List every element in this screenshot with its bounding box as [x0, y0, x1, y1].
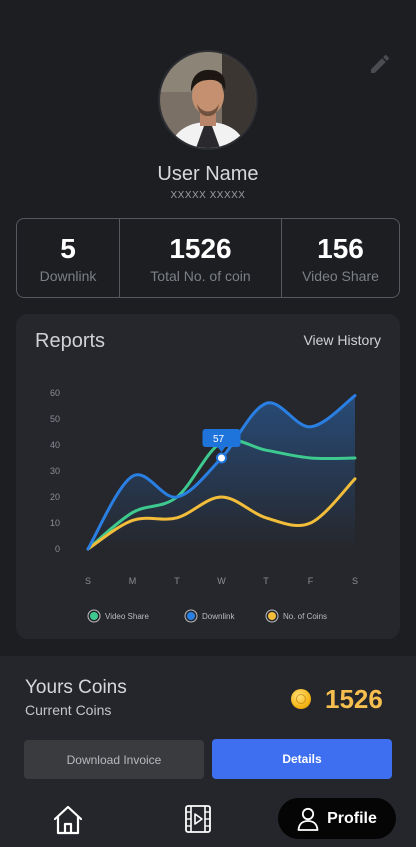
y-tick-label: 60 [50, 388, 60, 398]
stat-label: Total No. of coin [150, 267, 251, 284]
x-tick-label: S [85, 576, 91, 586]
x-tick-label: W [217, 576, 226, 586]
home-icon [53, 805, 83, 835]
y-tick-label: 40 [50, 440, 60, 450]
downlink-area [88, 395, 355, 549]
x-tick-label: M [129, 576, 137, 586]
legend-label: Downlink [202, 612, 235, 621]
stat-total-coin[interactable]: 1526 Total No. of coin [119, 219, 281, 297]
tooltip-point [216, 452, 227, 464]
x-tick-label: S [352, 576, 358, 586]
stat-value: 5 [60, 232, 76, 264]
y-tick-label: 0 [55, 544, 60, 554]
legend-label: No. of Coins [283, 612, 327, 621]
x-tick-label: T [263, 576, 269, 586]
coins-section: Yours Coins Current Coins 1526 Download … [0, 656, 416, 847]
film-icon [185, 805, 211, 833]
legend-label: Video Share [105, 612, 149, 621]
avatar-image [160, 52, 256, 148]
legend-marker [187, 612, 195, 620]
stat-label: Video Share [302, 267, 379, 284]
stat-video-share[interactable]: 156 Video Share [281, 219, 399, 297]
y-tick-label: 30 [50, 466, 60, 476]
tooltip-label: 57 [213, 434, 225, 445]
details-button[interactable]: Details [212, 739, 392, 779]
legend-marker [90, 612, 98, 620]
x-tick-label: F [308, 576, 314, 586]
stat-value: 1526 [169, 232, 232, 264]
reports-card: Reports View History 0 10 20 30 40 50 60 S M T W T F… [16, 314, 400, 639]
reports-chart: 0 10 20 30 40 50 60 S M T W T F S 57 Video Share Downlin… [50, 388, 358, 623]
coin-icon [291, 689, 311, 709]
x-tick-label: T [174, 576, 180, 586]
y-tick-label: 10 [50, 518, 60, 528]
avatar[interactable] [158, 50, 258, 150]
nav-home[interactable] [52, 804, 84, 836]
download-invoice-button[interactable]: Download Invoice [24, 740, 204, 779]
y-tick-label: 50 [50, 414, 60, 424]
coins-subtitle: Current Coins [25, 702, 112, 718]
user-icon [297, 807, 319, 831]
stat-label: Downlink [39, 267, 97, 284]
nav-profile[interactable]: Profile [278, 798, 396, 839]
coin-value: 1526 [325, 684, 383, 714]
edit-profile-button[interactable] [368, 52, 392, 76]
stat-downlink[interactable]: 5 Downlink [17, 219, 119, 297]
user-name: User Name [157, 163, 259, 185]
y-tick-label: 20 [50, 492, 60, 502]
nav-videos[interactable] [184, 804, 212, 834]
tooltip-pointer [217, 447, 226, 452]
pencil-icon [371, 55, 389, 73]
stats-panel: 5 Downlink 1526 Total No. of coin 156 Vi… [16, 218, 400, 298]
stat-value: 156 [317, 232, 364, 264]
nav-profile-label: Profile [327, 809, 377, 827]
user-subtitle: XXXXX XXXXX [170, 190, 246, 201]
legend-marker [268, 612, 276, 620]
coins-title: Yours Coins [25, 677, 127, 698]
